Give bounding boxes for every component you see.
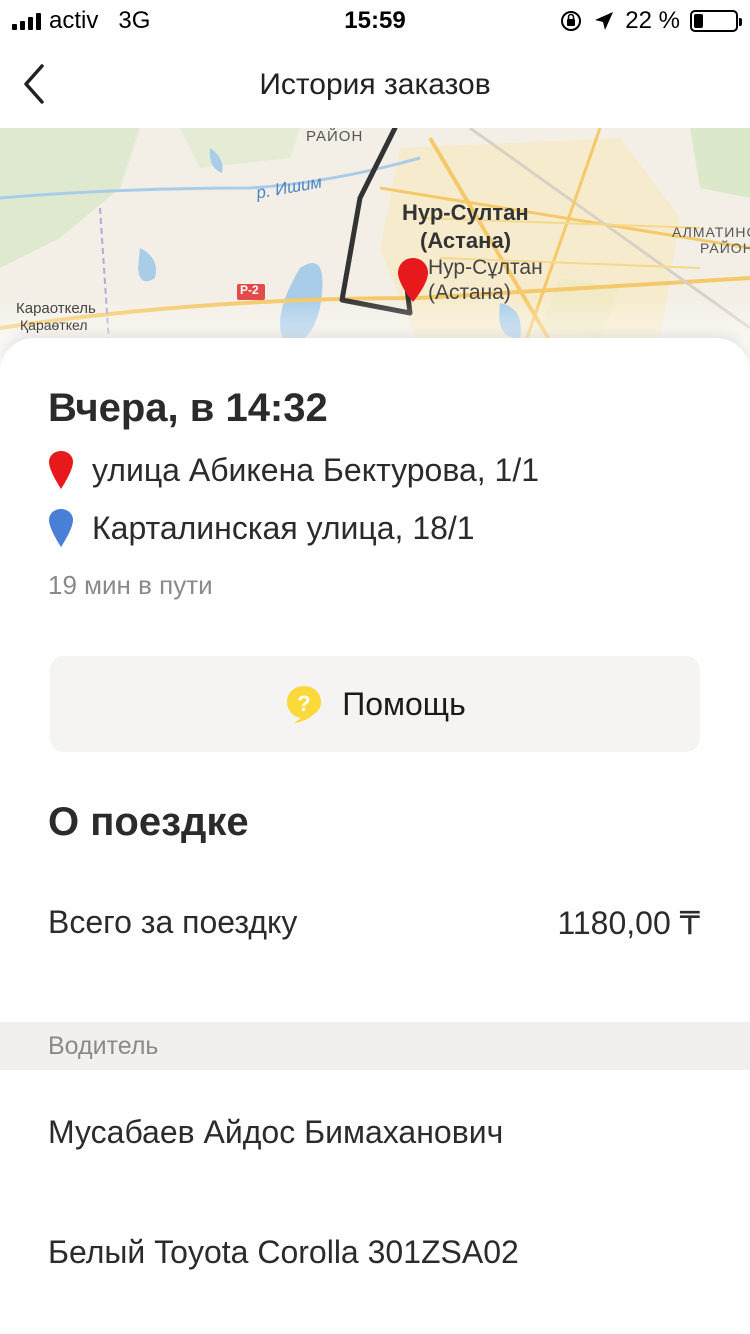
help-button-label: Помощь — [342, 685, 466, 722]
dropoff-pin-icon — [49, 509, 73, 547]
battery-percent: 22 % — [625, 7, 680, 34]
map-label-road: Р-2 — [240, 283, 259, 297]
map-label-district-right: АЛМАТИНСК — [672, 224, 750, 240]
map-background — [0, 128, 750, 358]
car-info: Белый Toyota Corolla 301ZSA02 — [48, 1234, 519, 1270]
map-label-city: Нур-Султан — [402, 200, 529, 225]
battery-icon — [690, 10, 742, 32]
dropoff-address: Карталинская улица, 18/1 — [92, 509, 475, 546]
order-time: Вчера, в 14:32 — [48, 386, 328, 430]
map-label-village: Караоткель — [16, 300, 96, 317]
map-pin-icon — [398, 258, 428, 302]
trip-total-label: Всего за поездку — [48, 904, 298, 940]
route-map[interactable]: РАЙОН АЛМАТИНСК РАЙОН Нур-Султан (Астана… — [0, 128, 750, 358]
orientation-lock-icon — [561, 11, 582, 31]
svg-text:?: ? — [297, 691, 310, 716]
status-bar: activ 3G 15:59 22 % — [0, 0, 750, 42]
map-label-district: РАЙОН — [306, 128, 364, 145]
pickup-pin-icon — [49, 451, 73, 489]
battery-fill — [694, 14, 703, 28]
pickup-address: улица Абикена Бектурова, 1/1 — [92, 451, 540, 488]
map-label-district-right-2: РАЙОН — [700, 240, 750, 256]
question-bubble-icon: ? — [287, 686, 322, 723]
location-arrow-icon — [595, 12, 614, 30]
driver-section-header: Водитель — [0, 1022, 750, 1070]
map-label-village-kz: Қараөткел — [20, 317, 88, 333]
nav-bar: История заказов — [0, 42, 750, 128]
trip-section-title: О поездке — [48, 800, 249, 844]
page-title: История заказов — [259, 68, 491, 101]
trip-total-value: 1180,00 ₸ — [557, 905, 700, 941]
map-label-city-kz-alt: (Астана) — [428, 281, 511, 304]
map-label-city-kz: Нур-Сұлтан — [428, 256, 543, 279]
order-details-sheet: Вчера, в 14:32 улица Абикена Бектурова, … — [0, 338, 750, 1334]
trip-duration: 19 мин в пути — [48, 570, 213, 600]
driver-name: Мусабаев Айдос Бимаханович — [48, 1114, 504, 1150]
help-button[interactable]: ? Помощь — [50, 656, 700, 752]
status-bar-right: 22 % — [559, 7, 742, 35]
dropoff-address-row: Карталинская улица, 18/1 — [48, 508, 475, 548]
map-label-city-alt: (Астана) — [420, 228, 512, 253]
pickup-address-row: улица Абикена Бектурова, 1/1 — [48, 450, 539, 490]
